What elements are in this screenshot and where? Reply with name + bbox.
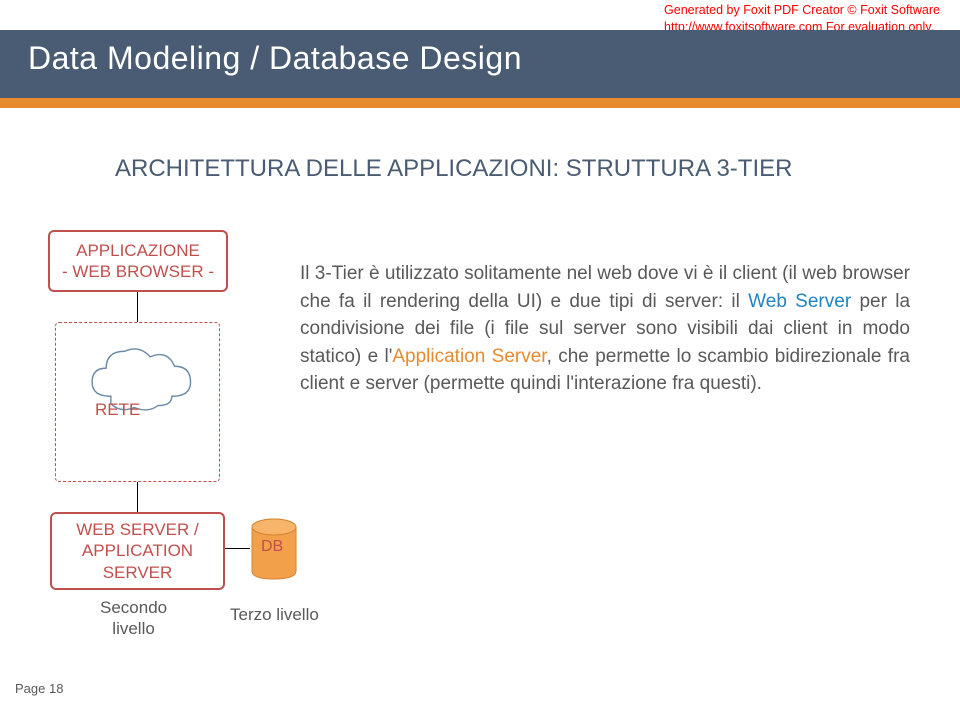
- server-line2: APPLICATION: [52, 540, 223, 561]
- connector-line: [137, 292, 138, 322]
- subtitle: ARCHITETTURA DELLE APPLICAZIONI: STRUTTU…: [115, 155, 792, 183]
- secondo-line2: livello: [100, 618, 167, 639]
- appbox-line2: - WEB BROWSER -: [50, 261, 226, 282]
- body-paragraph: Il 3-Tier è utilizzato solitamente nel w…: [300, 260, 910, 398]
- watermark-line1: Generated by Foxit PDF Creator © Foxit S…: [664, 2, 940, 19]
- server-line3: SERVER: [52, 562, 223, 583]
- connector-line: [225, 548, 250, 549]
- appbox-line1: APPLICAZIONE: [50, 240, 226, 261]
- secondo-line1: Secondo: [100, 597, 167, 618]
- accent-strip: [0, 98, 960, 108]
- application-server-term: Application Server: [392, 346, 546, 367]
- second-level-label: Secondo livello: [100, 597, 167, 640]
- connector-line: [137, 482, 138, 512]
- page-number: Page 18: [15, 681, 63, 696]
- cloud-label: RETE: [95, 400, 140, 420]
- server-tier-box: WEB SERVER / APPLICATION SERVER: [50, 512, 225, 590]
- app-tier-box: APPLICAZIONE - WEB BROWSER -: [48, 230, 228, 292]
- third-level-label: Terzo livello: [230, 605, 319, 625]
- web-server-term: Web Server: [748, 291, 851, 312]
- db-label: DB: [261, 538, 283, 556]
- server-line1: WEB SERVER /: [52, 519, 223, 540]
- page-title: Data Modeling / Database Design: [28, 40, 522, 77]
